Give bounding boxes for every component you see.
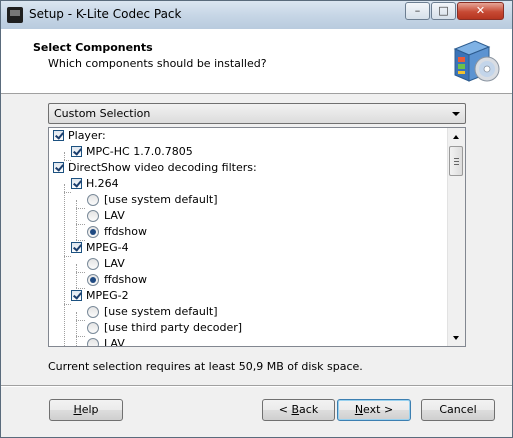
grip-line — [454, 158, 459, 159]
component-label: LAV — [104, 209, 125, 222]
component-item-mpc-hc[interactable]: MPC-HC 1.7.0.7805 — [49, 144, 449, 160]
grip-line — [454, 161, 459, 162]
wizard-header: Select Components Which components shoul… — [1, 29, 512, 94]
close-button[interactable]: ✕ — [457, 2, 504, 20]
radio-button[interactable] — [87, 338, 99, 346]
components-tree[interactable]: Player: MPC-HC 1.7.0.7805 DirectShow vid… — [48, 127, 466, 347]
scroll-up-arrow-icon[interactable] — [448, 128, 465, 145]
minimize-button[interactable]: – — [405, 2, 430, 20]
component-label: MPC-HC 1.7.0.7805 — [86, 145, 193, 158]
dropdown-selected-value: Custom Selection — [54, 107, 151, 120]
back-button-label-rest: ack — [299, 403, 319, 416]
mpeg2-checkbox[interactable] — [71, 290, 82, 301]
codec-pack-box-icon — [453, 40, 500, 82]
back-button-accel: B — [291, 403, 300, 416]
component-item-player[interactable]: Player: — [49, 128, 449, 144]
mpeg4-checkbox[interactable] — [71, 242, 82, 253]
next-button-accel: N — [354, 403, 364, 416]
help-button[interactable]: Help — [49, 399, 123, 421]
window-title: Setup - K-Lite Codec Pack — [29, 7, 182, 21]
component-item-mpeg4[interactable]: MPEG-4 — [49, 240, 449, 256]
component-label: DirectShow video decoding filters: — [68, 161, 257, 174]
next-button[interactable]: Next > — [337, 399, 411, 421]
component-label: LAV — [104, 257, 125, 270]
disk-space-requirement: Current selection requires at least 50,9… — [48, 360, 363, 373]
page-title: Select Components — [33, 41, 153, 54]
directshow-filters-checkbox[interactable] — [53, 162, 64, 173]
mpc-hc-checkbox[interactable] — [71, 146, 82, 157]
component-item-mpeg2-system-default[interactable]: [use system default] — [49, 304, 449, 320]
component-item-h264-lav[interactable]: LAV — [49, 208, 449, 224]
component-item-mpeg4-lav[interactable]: LAV — [49, 256, 449, 272]
title-bar[interactable]: Setup - K-Lite Codec Pack – □ ✕ — [1, 1, 512, 29]
scroll-down-arrow-icon[interactable] — [448, 329, 465, 346]
component-item-mpeg2-third-party[interactable]: [use third party decoder] — [49, 320, 449, 336]
radio-button[interactable] — [87, 306, 99, 318]
component-label: [use third party decoder] — [104, 321, 243, 334]
chevron-down-icon — [452, 112, 460, 116]
component-label: LAV — [104, 337, 125, 347]
cancel-button[interactable]: Cancel — [421, 399, 495, 421]
component-item-directshow-filters[interactable]: DirectShow video decoding filters: — [49, 160, 449, 176]
component-label: MPEG-2 — [86, 289, 129, 302]
component-label: [use system default] — [104, 193, 218, 206]
footer-separator — [1, 385, 512, 387]
back-button-prefix: < — [278, 403, 292, 416]
radio-button[interactable] — [87, 210, 99, 222]
component-item-mpeg4-ffdshow[interactable]: ffdshow — [49, 272, 449, 288]
radio-button[interactable] — [87, 322, 99, 334]
grip-line — [454, 164, 459, 165]
component-item-h264-system-default[interactable]: [use system default] — [49, 192, 449, 208]
maximize-button[interactable]: □ — [431, 2, 456, 20]
help-button-label-rest: elp — [81, 403, 99, 416]
radio-button[interactable] — [87, 258, 99, 270]
back-button[interactable]: < Back — [262, 399, 335, 421]
setup-window: Setup - K-Lite Codec Pack – □ ✕ Select C… — [0, 0, 513, 438]
radio-button[interactable] — [87, 226, 99, 238]
component-item-mpeg2[interactable]: MPEG-2 — [49, 288, 449, 304]
component-label: H.264 — [86, 177, 119, 190]
component-item-h264-ffdshow[interactable]: ffdshow — [49, 224, 449, 240]
component-label: ffdshow — [104, 225, 147, 238]
app-icon — [7, 7, 23, 23]
radio-button[interactable] — [87, 274, 99, 286]
radio-button[interactable] — [87, 194, 99, 206]
component-item-h264[interactable]: H.264 — [49, 176, 449, 192]
component-label: [use system default] — [104, 305, 218, 318]
components-scrollbar[interactable] — [447, 128, 465, 346]
component-label: ffdshow — [104, 273, 147, 286]
component-label: MPEG-4 — [86, 241, 129, 254]
selection-type-dropdown[interactable]: Custom Selection — [48, 103, 466, 124]
scrollbar-thumb[interactable] — [449, 146, 463, 176]
help-button-accel: H — [73, 403, 82, 416]
h264-checkbox[interactable] — [71, 178, 82, 189]
next-button-label-rest: ext > — [363, 403, 394, 416]
page-subtitle: Which components should be installed? — [48, 57, 267, 70]
component-label: Player: — [68, 129, 106, 142]
component-item-mpeg2-lav[interactable]: LAV — [49, 336, 449, 347]
player-checkbox[interactable] — [53, 130, 64, 141]
